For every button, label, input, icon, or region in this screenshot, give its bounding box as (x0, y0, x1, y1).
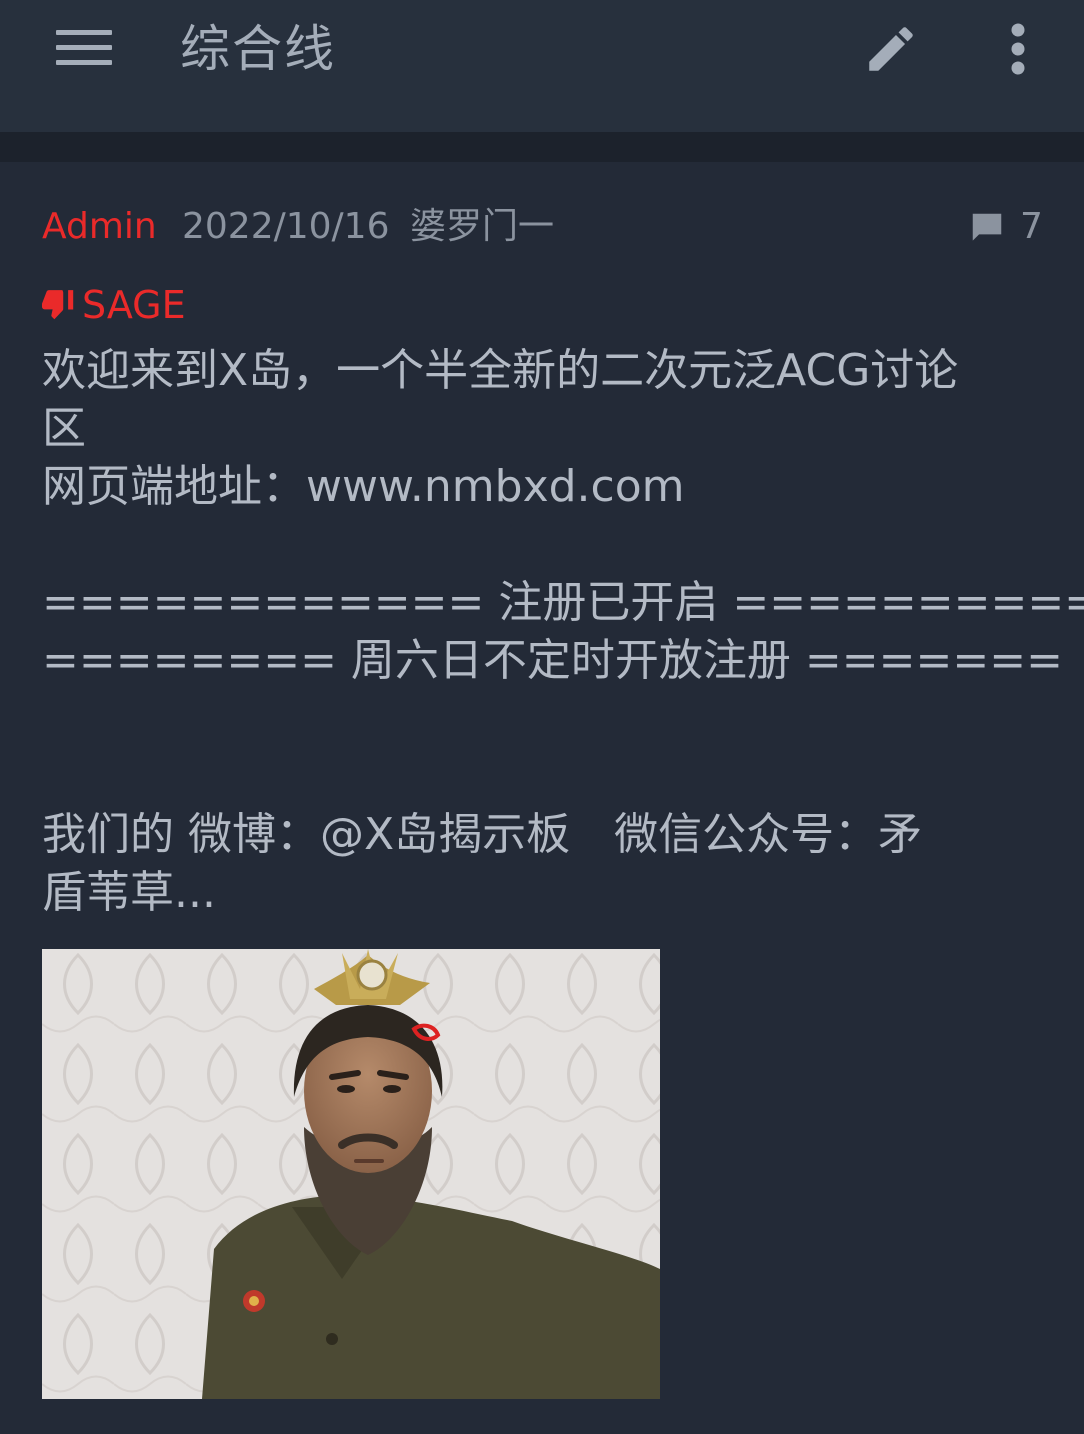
comment-bubble-icon (972, 213, 1002, 241)
content-line: 盾苇草... (42, 867, 216, 918)
sage-label: SAGE (82, 283, 186, 327)
content-line (42, 516, 1042, 574)
content-line: 欢迎来到X岛，一个半全新的二次元泛ACG讨论 (42, 345, 959, 396)
content-line: 我们的 微博：@X岛揭示板 微信公众号：矛 (42, 809, 923, 860)
content-line: ============ 注册已开启 =========== (42, 577, 1084, 628)
content-line: ======== 周六日不定时开放注册 ======= (42, 635, 1063, 686)
post-thread-name: 婆罗门一 (410, 206, 555, 247)
toolbar-shadow-divider (0, 132, 1084, 162)
post-image-thumbnail[interactable] (42, 949, 660, 1399)
sage-badge: SAGE (42, 280, 186, 330)
post-username[interactable]: Admin (42, 202, 157, 252)
page-title: 综合线 (180, 20, 336, 78)
app-toolbar: 综合线 (0, 0, 1084, 132)
reply-count: 7 (1020, 206, 1043, 247)
hamburger-menu-icon[interactable] (56, 30, 112, 66)
post-content: 欢迎来到X岛，一个半全新的二次元泛ACG讨论 区 网页端地址：www.nmbxd… (42, 342, 1084, 922)
pencil-edit-icon[interactable] (862, 20, 920, 78)
content-line (42, 690, 1042, 748)
content-line: 区 (42, 403, 86, 454)
thread-post-card[interactable]: Admin 2022/10/16 婆罗门一 7 SAGE 欢迎来到X岛，一个半全… (0, 162, 1084, 1434)
more-vertical-icon[interactable] (1008, 22, 1028, 76)
post-date: 2022/10/16 (182, 206, 390, 247)
content-line (42, 748, 1042, 806)
thumbs-down-icon (42, 290, 74, 320)
content-line: 网页端地址：www.nmbxd.com (42, 461, 685, 512)
